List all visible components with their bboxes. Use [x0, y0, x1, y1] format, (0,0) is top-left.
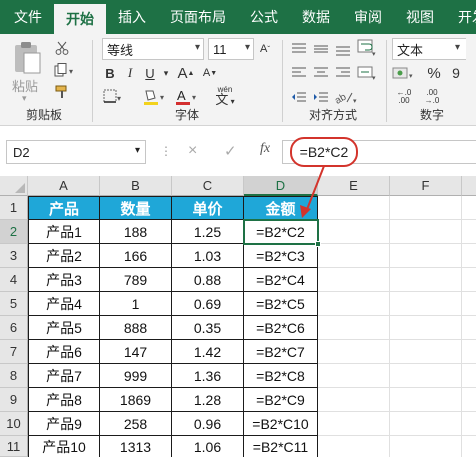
annotation-arrow	[300, 165, 325, 218]
